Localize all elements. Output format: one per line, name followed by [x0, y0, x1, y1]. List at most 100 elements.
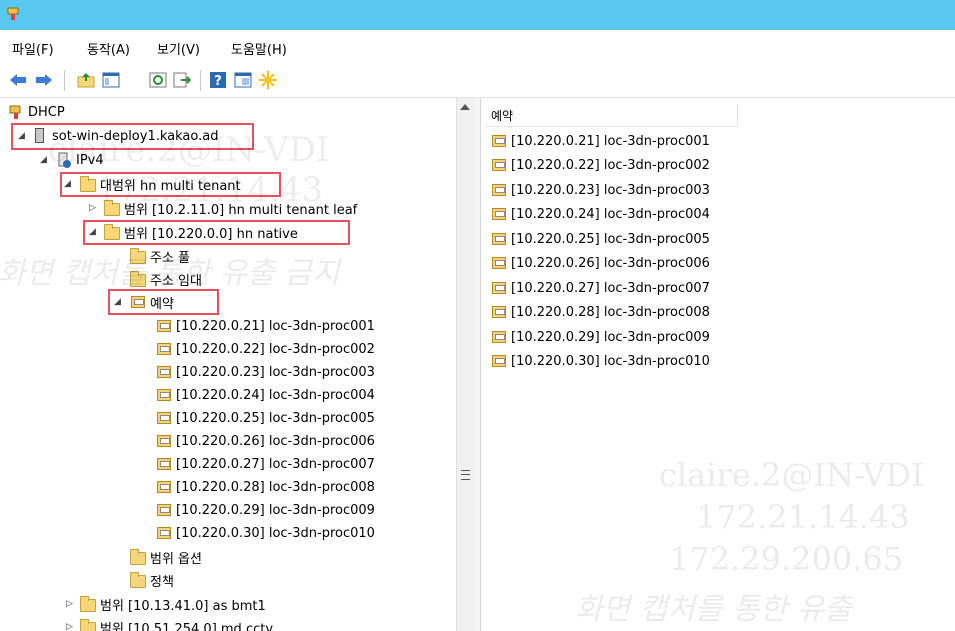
tree-reservation-item[interactable]: [10.220.0.22] loc-3dn-proc002: [156, 338, 375, 360]
scroll-up-icon[interactable]: [460, 104, 470, 110]
reservation-icon: [157, 389, 171, 401]
title-bar: [0, 0, 955, 30]
tree-scrollbar[interactable]: [456, 98, 474, 631]
help-icon[interactable]: ?: [208, 70, 228, 90]
column-header[interactable]: 예약: [485, 104, 738, 127]
tree-reservation-item[interactable]: [10.220.0.24] loc-3dn-proc004: [156, 384, 375, 406]
export-list-icon[interactable]: [172, 70, 192, 90]
tree-node-scope-bmt1[interactable]: 범위 [10.13.41.0] as bmt1: [80, 593, 266, 615]
scroll-grip-icon[interactable]: [461, 470, 470, 480]
reservation-icon: [157, 504, 171, 516]
ipv4-icon: [58, 152, 71, 168]
watermark-text: 172.29.200.65: [669, 540, 904, 578]
highlight-box-server: [11, 123, 254, 150]
expand-icon[interactable]: ▷: [66, 599, 73, 609]
column-header-label: 예약: [491, 109, 514, 123]
tree-reservation-item[interactable]: [10.220.0.23] loc-3dn-proc003: [156, 361, 375, 383]
tree-label: 범위 [10.2.11.0] hn multi tenant leaf: [124, 202, 358, 218]
list-item[interactable]: [10.220.0.29] loc-3dn-proc009: [491, 326, 710, 348]
tree-label: [10.220.0.22] loc-3dn-proc002: [176, 341, 375, 357]
tree-node-scope-cctv[interactable]: 범위 [10.51.254.0] md cctv: [80, 616, 273, 631]
reservation-icon: [492, 306, 506, 318]
policies-icon: [130, 571, 146, 588]
menu-action[interactable]: 동작(A): [87, 39, 130, 58]
properties-icon[interactable]: [233, 70, 253, 90]
toolbar: ?: [0, 64, 955, 98]
pane-splitter[interactable]: [474, 98, 481, 631]
list-item[interactable]: [10.220.0.22] loc-3dn-proc002: [491, 154, 710, 176]
menu-view[interactable]: 보기(V): [157, 39, 200, 58]
tree-reservation-item[interactable]: [10.220.0.29] loc-3dn-proc009: [156, 499, 375, 521]
address-pool-icon: [130, 247, 146, 264]
highlight-box-reservations: [108, 289, 219, 315]
reservation-icon: [157, 458, 171, 470]
list-item-label: [10.220.0.26] loc-3dn-proc006: [511, 255, 710, 271]
list-item[interactable]: [10.220.0.23] loc-3dn-proc003: [491, 179, 710, 201]
reservation-icon: [157, 412, 171, 424]
highlight-box-scope-native: [83, 220, 350, 245]
menu-help[interactable]: 도움말(H): [231, 39, 287, 58]
watermark-text: claire.2@IN-VDI: [659, 456, 924, 494]
result-pane: 예약 [10.220.0.21] loc-3dn-proc001 [10.220…: [481, 98, 955, 631]
list-item[interactable]: [10.220.0.26] loc-3dn-proc006: [491, 252, 710, 274]
show-hide-tree-icon[interactable]: [101, 70, 121, 90]
svg-text:?: ?: [214, 74, 222, 89]
collapse-icon[interactable]: ◢: [40, 155, 47, 165]
list-item[interactable]: [10.220.0.30] loc-3dn-proc010: [491, 350, 710, 372]
watermark-text: 172.21.14.43: [696, 498, 910, 536]
tree-node-address-pool[interactable]: 주소 풀: [130, 245, 190, 267]
list-item[interactable]: [10.220.0.27] loc-3dn-proc007: [491, 277, 710, 299]
tree-reservation-item[interactable]: [10.220.0.21] loc-3dn-proc001: [156, 315, 375, 337]
menu-file[interactable]: 파일(F): [12, 39, 54, 58]
scope-options-icon: [130, 548, 146, 565]
tree-node-scope-leaf[interactable]: 범위 [10.2.11.0] hn multi tenant leaf: [104, 197, 357, 219]
back-icon[interactable]: [8, 70, 28, 90]
tree-label: [10.220.0.23] loc-3dn-proc003: [176, 364, 375, 380]
tree-reservation-item[interactable]: [10.220.0.25] loc-3dn-proc005: [156, 407, 375, 429]
list-item-label: [10.220.0.24] loc-3dn-proc004: [511, 206, 710, 222]
list-item-label: [10.220.0.29] loc-3dn-proc009: [511, 329, 710, 345]
tree-node-ipv4[interactable]: IPv4: [56, 149, 104, 171]
list-item-label: [10.220.0.27] loc-3dn-proc007: [511, 280, 710, 296]
list-item[interactable]: [10.220.0.28] loc-3dn-proc008: [491, 301, 710, 323]
reservation-icon: [492, 135, 506, 147]
expand-icon[interactable]: ▷: [66, 622, 73, 631]
tree-reservation-item[interactable]: [10.220.0.27] loc-3dn-proc007: [156, 453, 375, 475]
list-item[interactable]: [10.220.0.24] loc-3dn-proc004: [491, 203, 710, 225]
list-item[interactable]: [10.220.0.21] loc-3dn-proc001: [491, 130, 710, 152]
refresh-icon[interactable]: [148, 70, 168, 90]
expand-icon[interactable]: ▷: [89, 203, 96, 213]
tree-label: 범위 옵션: [150, 551, 202, 567]
list-item-label: [10.220.0.23] loc-3dn-proc003: [511, 182, 710, 198]
tree-reservation-item[interactable]: [10.220.0.26] loc-3dn-proc006: [156, 430, 375, 452]
reservation-icon: [157, 527, 171, 539]
reservation-icon: [157, 366, 171, 378]
highlight-box-superscope: [60, 172, 281, 197]
reservation-icon: [157, 435, 171, 447]
list-item-label: [10.220.0.22] loc-3dn-proc002: [511, 157, 710, 173]
reservation-icon: [492, 282, 506, 294]
console-tree: DHCP ◢ sot-win-deploy1.kakao.ad ◢ IPv4 ◢…: [0, 98, 456, 631]
forward-icon[interactable]: [34, 70, 54, 90]
address-leases-icon: [130, 270, 146, 287]
tree-node-dhcp[interactable]: DHCP: [8, 101, 65, 123]
list-item[interactable]: [10.220.0.25] loc-3dn-proc005: [491, 228, 710, 250]
tree-node-scope-options[interactable]: 범위 옵션: [130, 546, 202, 568]
reservation-icon: [492, 159, 506, 171]
reservation-icon: [492, 331, 506, 343]
tree-label: IPv4: [76, 152, 104, 168]
tree-reservation-item[interactable]: [10.220.0.28] loc-3dn-proc008: [156, 476, 375, 498]
toolbar-separator: [64, 70, 65, 91]
tree-label: [10.220.0.24] loc-3dn-proc004: [176, 387, 375, 403]
tree-label: [10.220.0.21] loc-3dn-proc001: [176, 318, 375, 334]
reservation-icon: [492, 208, 506, 220]
tree-label: [10.220.0.25] loc-3dn-proc005: [176, 410, 375, 426]
tree-node-policies[interactable]: 정책: [130, 569, 174, 591]
up-folder-icon[interactable]: [76, 70, 96, 90]
tree-label: [10.220.0.30] loc-3dn-proc010: [176, 525, 375, 541]
tree-reservation-item[interactable]: [10.220.0.30] loc-3dn-proc010: [156, 522, 375, 544]
action-star-icon[interactable]: [258, 70, 278, 90]
list-item-label: [10.220.0.25] loc-3dn-proc005: [511, 231, 710, 247]
tree-node-address-leases[interactable]: 주소 임대: [130, 268, 202, 290]
tree-label: [10.220.0.26] loc-3dn-proc006: [176, 433, 375, 449]
